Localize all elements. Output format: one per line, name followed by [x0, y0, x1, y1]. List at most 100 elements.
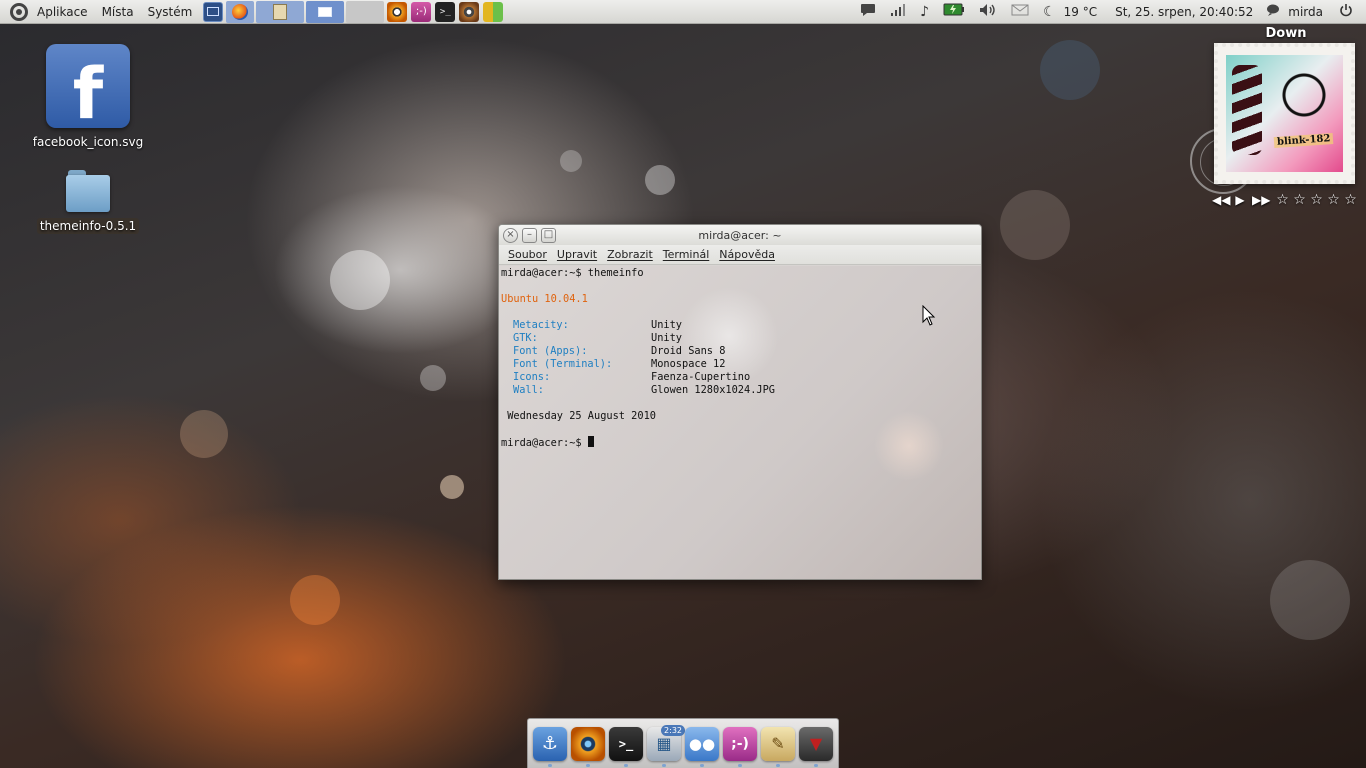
panel-indicators: ♪ ☾ 19 °C St, 25. srpen, 20:40:52 mirda [853, 0, 1366, 24]
chat-indicator-icon[interactable] [860, 3, 876, 21]
info-row: Wall: Glowen 1280x1024.JPG [501, 384, 979, 397]
weather-moon-icon[interactable]: ☾ [1043, 4, 1056, 20]
menu-napoveda[interactable]: Nápověda [718, 248, 776, 261]
battery-app-icon[interactable] [483, 1, 504, 22]
track-title: Down [1265, 26, 1307, 41]
menu-upravit[interactable]: Upravit [556, 248, 598, 261]
terminal-menubar: Soubor Upravit Zobrazit Terminál Nápověd… [499, 245, 981, 265]
dock-suit-app[interactable]: ▼ [799, 726, 833, 767]
maximize-button[interactable]: □ [541, 227, 556, 243]
dock-anchor-app[interactable]: ⚓ [533, 726, 567, 767]
facebook-icon: f [46, 44, 130, 128]
show-desktop-icon[interactable] [203, 1, 224, 22]
terminal-window[interactable]: × – □ mirda@acer: ~ Soubor Upravit Zobra… [498, 224, 982, 580]
smiley-icon: ;-) [731, 735, 749, 752]
menu-aplikace[interactable]: Aplikace [30, 5, 95, 19]
firefox-icon [232, 3, 249, 20]
battery-icon[interactable] [943, 3, 965, 20]
desktop-icon-label: themeinfo-0.5.1 [36, 218, 140, 234]
info-key: Metacity: [513, 319, 569, 331]
chat-app-icon[interactable]: ;-) [411, 1, 432, 22]
terminal-launcher-icon[interactable]: >_ [435, 1, 456, 22]
wallpaper-bokeh [330, 250, 390, 310]
terminal-output[interactable]: mirda@acer:~$ themeinfo Ubuntu 10.04.1 M… [499, 266, 981, 579]
wallpaper-bokeh [560, 150, 582, 172]
info-row: Metacity: Unity [501, 319, 979, 332]
weather-temperature[interactable]: 19 °C [1064, 5, 1097, 19]
next-track-button[interactable]: ▶▶ [1252, 193, 1270, 207]
info-value: Unity [651, 332, 682, 344]
rating-stars: ☆ ☆ ☆ ☆ ☆ [1274, 192, 1359, 208]
user-status-icon[interactable] [1266, 4, 1280, 20]
desktop-icon-themeinfo[interactable]: themeinfo-0.5.1 [28, 166, 148, 234]
network-signal-icon[interactable] [890, 3, 906, 21]
info-value: Faenza-Cupertino [651, 371, 751, 383]
dock: ⚓ >_ ▦ 2:32 ●● ;-) ✎ ▼ [527, 718, 839, 768]
prompt-line[interactable]: mirda@acer:~$ [501, 436, 979, 449]
eye-app-icon[interactable] [387, 1, 408, 22]
dock-terminal[interactable]: >_ [609, 726, 643, 767]
info-value: Unity [651, 319, 682, 331]
dock-text-editor[interactable]: ✎ [761, 726, 795, 767]
volume-icon[interactable] [979, 3, 997, 21]
wallpaper-bokeh [180, 410, 228, 458]
top-panel: Aplikace Místa Systém ;-) >_ ♪ ☾ 19 °C S… [0, 0, 1366, 24]
task-firefox[interactable] [226, 0, 255, 23]
menu-mista[interactable]: Místa [95, 5, 141, 19]
dock-system-monitor[interactable]: ▦ 2:32 [647, 724, 685, 767]
star-icon[interactable]: ☆ [1342, 192, 1359, 208]
minimize-button[interactable]: – [522, 227, 537, 243]
album-logo: blink-182 [1273, 132, 1334, 149]
task-gedit[interactable] [256, 0, 305, 23]
info-value: Glowen 1280x1024.JPG [651, 384, 775, 396]
menu-soubor[interactable]: Soubor [507, 248, 548, 261]
tie-icon: ▼ [809, 734, 823, 753]
wallpaper-bokeh [1000, 190, 1070, 260]
window-icon [318, 6, 333, 17]
info-value: Monospace 12 [651, 358, 726, 370]
monitor-icon: ▦ [656, 734, 672, 753]
music-note-icon[interactable]: ♪ [920, 4, 929, 20]
play-button[interactable]: ▶ [1232, 193, 1248, 207]
user-name[interactable]: mirda [1288, 5, 1323, 19]
panel-launchers: ;-) >_ [201, 0, 505, 24]
album-art-stamp[interactable]: blink-182 [1214, 43, 1355, 184]
prompt-text: mirda@acer:~$ [501, 437, 588, 449]
dock-gnome-foot[interactable]: ●● [685, 726, 719, 767]
wallpaper-bokeh [420, 365, 446, 391]
ubuntu-logo-icon[interactable] [10, 2, 28, 21]
wallpaper-bokeh [645, 165, 675, 195]
dock-eye-app[interactable] [571, 726, 605, 767]
close-button[interactable]: × [503, 227, 518, 243]
wallpaper-bokeh [1040, 40, 1100, 100]
dock-chat-app[interactable]: ;-) [723, 726, 757, 767]
star-icon[interactable]: ☆ [1274, 192, 1291, 208]
wallpaper-bokeh [1270, 560, 1350, 640]
previous-track-button[interactable]: ◀◀ [1212, 193, 1230, 207]
task-empty[interactable] [346, 0, 385, 23]
clock[interactable]: St, 25. srpen, 20:40:52 [1115, 5, 1253, 19]
star-icon[interactable]: ☆ [1308, 192, 1325, 208]
anchor-icon: ⚓ [541, 733, 559, 754]
mail-icon[interactable] [1011, 4, 1029, 20]
terminal-titlebar[interactable]: × – □ mirda@acer: ~ [499, 225, 981, 245]
star-icon[interactable]: ☆ [1291, 192, 1308, 208]
menu-zobrazit[interactable]: Zobrazit [606, 248, 654, 261]
text-editor-icon [273, 3, 288, 20]
date-line: Wednesday 25 August 2010 [501, 410, 656, 422]
menu-terminal[interactable]: Terminál [662, 248, 711, 261]
menu-system[interactable]: Systém [141, 5, 200, 19]
wallpaper-bokeh [440, 475, 464, 499]
desktop-icon-facebook[interactable]: f facebook_icon.svg [28, 44, 148, 150]
pencil-icon: ✎ [771, 734, 785, 753]
info-key: GTK: [513, 332, 538, 344]
mouse-pointer-icon [922, 305, 936, 326]
task-terminal-window[interactable] [306, 0, 345, 23]
folder-icon [66, 170, 110, 212]
power-icon[interactable] [1339, 3, 1353, 21]
star-icon[interactable]: ☆ [1325, 192, 1342, 208]
webcam-icon[interactable] [459, 1, 480, 22]
info-key: Icons: [513, 371, 551, 383]
clock-badge: 2:32 [661, 724, 685, 736]
terminal-title: mirda@acer: ~ [698, 228, 782, 242]
